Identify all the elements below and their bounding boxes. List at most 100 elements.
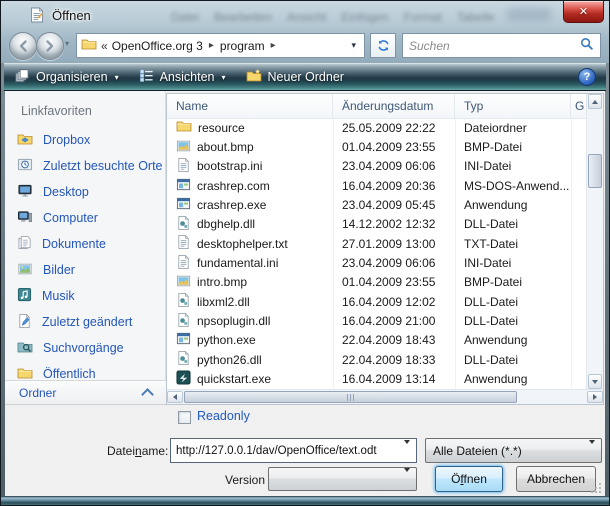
sidebar-item-label: Bilder [43,263,75,277]
breadcrumb-separator-icon[interactable]: ▸ [207,40,216,51]
scroll-down-button[interactable] [588,374,602,389]
file-modified-date: 01.04.2009 23:55 [333,275,455,289]
sidebar-item[interactable]: Musik [5,283,165,309]
sidebar-item-label: Desktop [43,185,89,199]
file-row[interactable]: python.exe 22.04.2009 18:43 Anwendung [167,331,586,350]
version-combobox[interactable] [268,467,417,491]
sidebar-item[interactable]: Zuletzt geändert [5,309,165,335]
file-modified-date: 16.04.2009 12:02 [333,295,455,309]
file-modified-date: 22.04.2009 18:43 [333,333,455,347]
file-row[interactable]: bootstrap.ini 23.04.2009 06:06 INI-Datei [167,157,586,176]
dropbox-folder-icon [17,132,33,149]
scroll-left-button[interactable] [167,391,183,403]
filetype-combobox[interactable]: Alle Dateien (*.*) [425,438,602,463]
breadcrumb-items: OpenOffice.org 3 ▸ program ▸ [112,39,278,53]
search-icon [580,37,594,54]
breadcrumb-item[interactable]: OpenOffice.org 3 [112,39,203,53]
open-button[interactable]: Öffnen [435,466,503,492]
cancel-button[interactable]: Abbrechen [516,466,596,492]
column-header-size[interactable]: G [571,94,586,118]
sidebar-item[interactable]: Suchvorgänge [5,335,165,361]
horizontal-scrollbar[interactable] [167,389,603,404]
forward-button[interactable] [36,32,64,60]
resize-grip-icon[interactable] [590,482,602,494]
triangle-left-icon [173,394,177,400]
sidebar-item[interactable]: Bilder [5,257,165,283]
file-row[interactable]: crashrep.com 16.04.2009 20:36 MS-DOS-Anw… [167,176,586,195]
column-header-modified[interactable]: Änderungsdatum [333,94,455,118]
sidebar-item-label: Dokumente [42,237,106,251]
sidebar-item[interactable]: Dropbox [5,127,165,153]
filename-dropdown-button[interactable] [402,444,416,458]
file-row[interactable]: libxml2.dll 16.04.2009 12:02 DLL-Datei [167,292,586,311]
file-row[interactable]: dbghelp.dll 14.12.2002 12:32 DLL-Datei [167,215,586,234]
dll-icon [176,292,191,311]
filetype-dropdown-icon [589,444,601,458]
file-name: python.exe [197,333,256,347]
quickstart-icon [176,370,191,388]
breadcrumb-item[interactable]: program [220,39,265,53]
filename-input[interactable] [171,445,402,457]
help-button[interactable]: ? [578,68,596,86]
folders-expander[interactable]: Ordner [5,380,166,405]
file-row[interactable]: python26.dll 22.04.2009 18:33 DLL-Datei [167,350,586,369]
file-row[interactable]: quickstart.exe 16.04.2009 13:14 Anwendun… [167,369,586,388]
vertical-scroll-thumb[interactable] [588,154,602,188]
scroll-up-button[interactable] [588,94,602,109]
recent-changed-icon [17,313,32,332]
app-icon [176,196,191,214]
file-name: resource [198,121,245,135]
horizontal-scroll-thumb[interactable] [184,391,517,403]
triangle-down-icon [404,440,410,458]
sidebar-item-label: Zuletzt besuchte Orte [43,159,163,173]
open-dialog-window: DateiBearbeitenAnsichtEinfügenFormatTabe… [0,0,610,506]
filetype-value: Alle Dateien (*.*) [426,444,522,458]
views-button[interactable]: Ansichten ▾ [129,64,236,90]
breadcrumb: « OpenOffice.org 3 ▸ program ▸ ▾ [76,33,365,58]
new-folder-button[interactable]: Neuer Ordner [236,64,354,90]
file-row[interactable]: fundamental.ini 23.04.2009 06:06 INI-Dat… [167,253,586,272]
help-icon: ? [584,71,591,83]
chevron-up-icon [141,388,154,401]
readonly-checkbox[interactable] [178,411,191,424]
history-dropdown-icon[interactable]: ▾ [65,39,69,48]
file-type: MS-DOS-Anwend... [455,179,571,193]
computer-icon [17,209,33,227]
file-row[interactable]: desktophelper.txt 27.01.2009 13:00 TXT-D… [167,234,586,253]
file-row[interactable]: about.bmp 01.04.2009 23:55 BMP-Datei [167,137,586,156]
scroll-right-button[interactable] [587,391,603,403]
file-row[interactable]: crashrep.exe 23.04.2009 05:45 Anwendung [167,195,586,214]
filename-combobox [170,438,417,463]
breadcrumb-dropdown-icon[interactable]: ▾ [347,40,360,51]
folder-icon [176,119,192,136]
close-button[interactable]: ✕ [563,1,604,23]
file-modified-date: 16.04.2009 21:00 [333,314,455,328]
breadcrumb-overflow[interactable]: « [101,39,108,53]
search-input[interactable] [403,39,580,53]
vertical-scrollbar[interactable] [586,94,603,389]
version-dropdown-icon [404,472,416,486]
file-modified-date: 25.05.2009 22:22 [333,121,455,135]
breadcrumb-separator-icon[interactable]: ▸ [269,40,278,51]
file-row[interactable]: npsoplugin.dll 16.04.2009 21:00 DLL-Date… [167,311,586,330]
file-row[interactable]: intro.bmp 01.04.2009 23:55 BMP-Datei [167,273,586,292]
file-row[interactable]: resource 25.05.2009 22:22 Dateiordner [167,118,586,137]
file-list-panel: Name Änderungsdatum Typ G resource 25.05… [166,93,604,405]
back-button[interactable] [9,32,37,60]
background-menu-item: Ansicht [287,10,326,24]
views-label: Ansichten [160,70,215,84]
column-header-name[interactable]: Name [167,94,333,118]
sidebar-item[interactable]: Computer [5,205,165,231]
sidebar-item[interactable]: Dokumente [5,231,165,257]
close-icon: ✕ [579,5,588,18]
readonly-label[interactable]: Readonly [197,409,250,423]
msdos-app-icon [176,177,191,195]
chevron-down-icon: ▾ [115,73,119,82]
background-menu-item: Einfügen [341,10,388,24]
sidebar-item[interactable]: Desktop [5,179,165,205]
column-header-type[interactable]: Typ [455,94,571,118]
organize-button[interactable]: Organisieren ▾ [4,64,129,90]
refresh-button[interactable] [370,33,396,58]
file-modified-date: 27.01.2009 13:00 [333,237,455,251]
sidebar-item[interactable]: Zuletzt besuchte Orte [5,153,165,179]
